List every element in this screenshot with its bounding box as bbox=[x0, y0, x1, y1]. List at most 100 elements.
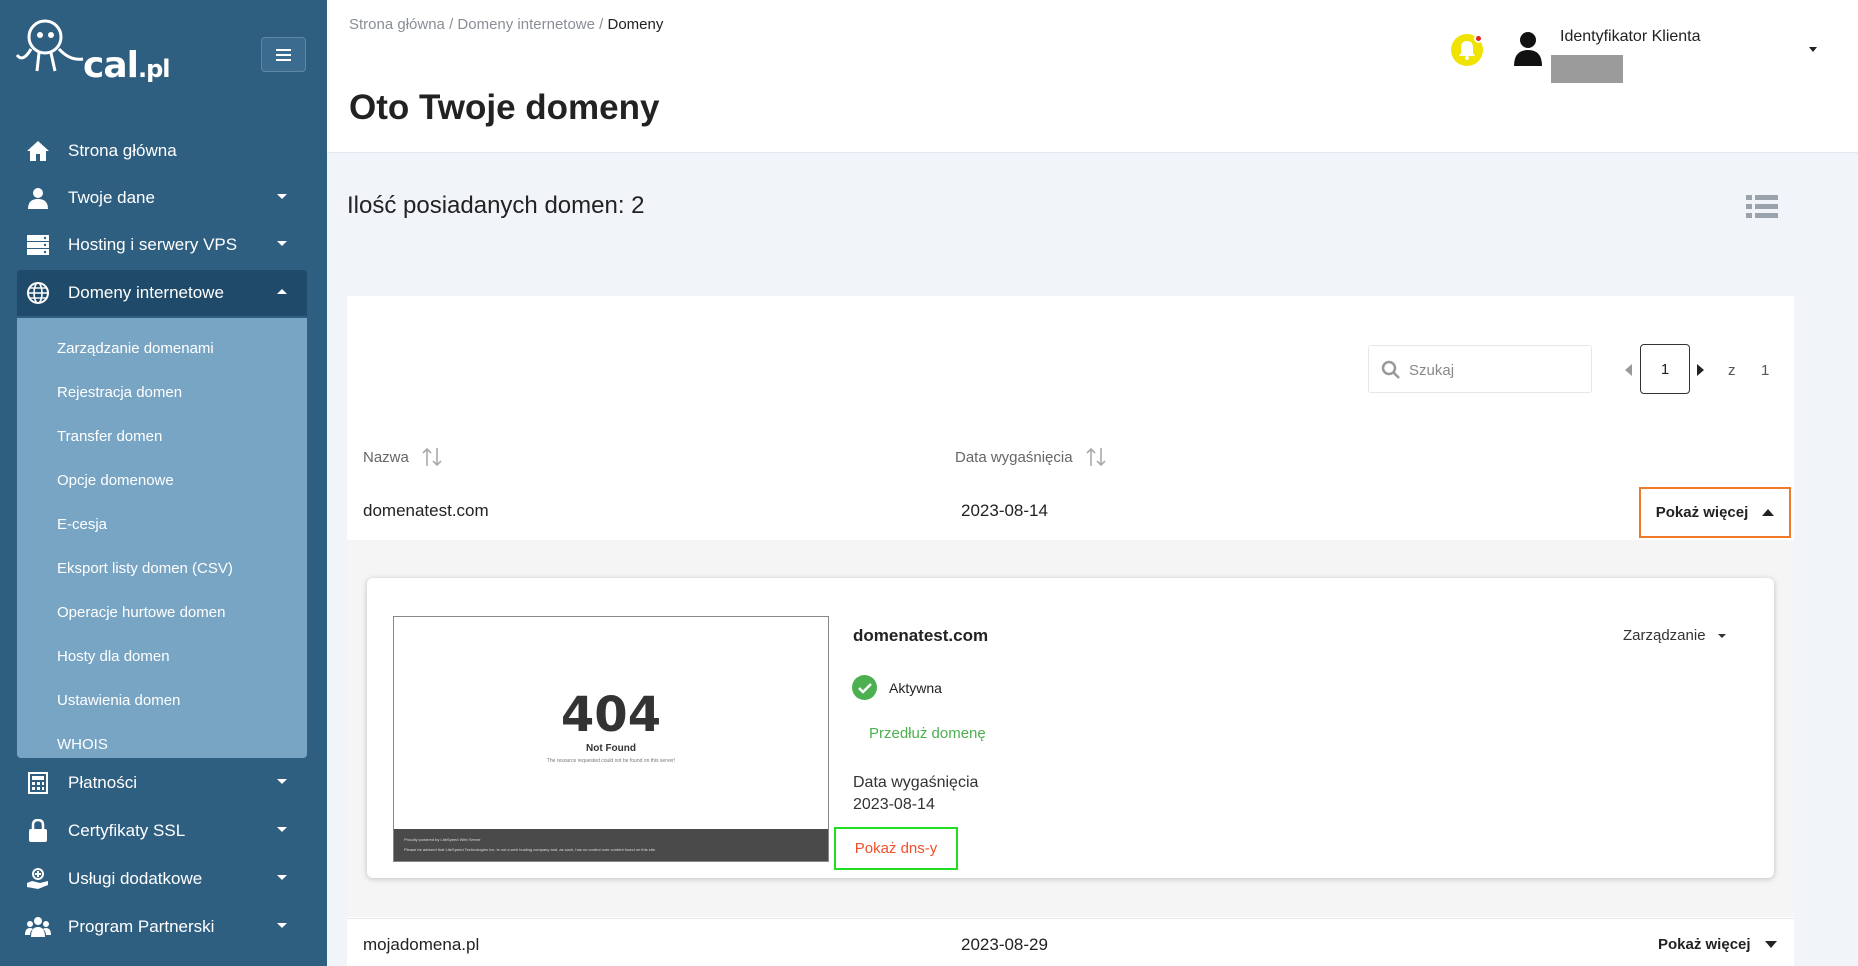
search-input[interactable] bbox=[1409, 358, 1579, 382]
domains-submenu: Zarządzanie domenami Rejestracja domen T… bbox=[17, 318, 307, 758]
domain-name: domenatest.com bbox=[363, 501, 489, 520]
submenu-item[interactable]: Eksport listy domen (CSV) bbox=[57, 560, 233, 577]
hand-plus-icon bbox=[25, 867, 51, 891]
manage-dropdown-label: Zarządzanie bbox=[1623, 627, 1706, 644]
submenu-item[interactable]: Rejestracja domen bbox=[57, 384, 182, 401]
chevron-down-icon bbox=[277, 875, 287, 880]
expiry-label: Data wygaśnięcia bbox=[853, 774, 979, 791]
chevron-up-icon bbox=[277, 289, 287, 294]
sidebar: cal.pl Strona główna Twoje dane Hosting … bbox=[0, 0, 327, 966]
sidebar-item-payments[interactable]: Płatności bbox=[17, 760, 307, 806]
manage-dropdown[interactable]: Zarządzanie bbox=[1623, 627, 1726, 644]
show-more-button[interactable]: Pokaż więcej bbox=[1658, 936, 1777, 953]
chevron-down-icon bbox=[277, 779, 287, 784]
search-icon bbox=[1381, 360, 1400, 379]
pagination-of-label: z bbox=[1728, 362, 1736, 379]
caret-up-icon bbox=[1762, 509, 1775, 516]
logo[interactable]: cal.pl bbox=[15, 15, 175, 90]
pagination-next-icon[interactable] bbox=[1697, 364, 1704, 376]
sort-icon bbox=[422, 447, 442, 467]
submenu-item[interactable]: Opcje domenowe bbox=[57, 472, 174, 489]
sidebar-item-partner-program[interactable]: Program Partnerski bbox=[17, 904, 307, 950]
search-box[interactable] bbox=[1368, 345, 1592, 393]
bell-icon bbox=[1459, 41, 1475, 60]
hamburger-icon bbox=[276, 53, 291, 56]
thumbnail-error-title: Not Found bbox=[586, 743, 636, 754]
notification-dot bbox=[1474, 34, 1483, 43]
sidebar-item-label: Twoje dane bbox=[68, 188, 155, 207]
calculator-icon bbox=[25, 771, 51, 795]
show-more-label: Pokaż więcej bbox=[1655, 504, 1749, 521]
submenu-item[interactable]: Zarządzanie domenami bbox=[57, 340, 214, 357]
breadcrumb-domains[interactable]: Domeny internetowe / bbox=[457, 16, 603, 33]
sidebar-item-label: Program Partnerski bbox=[68, 917, 215, 936]
expiry-value: 2023-08-14 bbox=[853, 796, 935, 813]
chevron-down-icon bbox=[277, 923, 287, 928]
column-header-expiry[interactable]: Data wygaśnięcia bbox=[955, 446, 1107, 468]
sidebar-item-hosting[interactable]: Hosting i serwery VPS bbox=[17, 222, 307, 268]
page-title: Oto Twoje domeny bbox=[349, 88, 660, 127]
submenu-item[interactable]: Operacje hurtowe domen bbox=[57, 604, 225, 621]
sidebar-item-ssl[interactable]: Certyfikaty SSL bbox=[17, 808, 307, 854]
domain-expiry-date: 2023-08-14 bbox=[961, 501, 1048, 520]
thumbnail-footer-line: Proudly powered by LiteSpeed Web Server bbox=[404, 837, 481, 842]
renew-domain-link[interactable]: Przedłuż domenę bbox=[869, 725, 986, 742]
user-avatar-icon[interactable] bbox=[1512, 30, 1544, 66]
sidebar-item-label: Hosting i serwery VPS bbox=[68, 235, 238, 254]
table-row: mojadomena.pl 2023-08-29 bbox=[347, 918, 1794, 966]
group-icon bbox=[25, 915, 51, 939]
sidebar-item-home[interactable]: Strona główna bbox=[17, 128, 307, 174]
page-header: Strona główna / Domeny internetowe / Dom… bbox=[327, 0, 1858, 153]
domain-count: Ilość posiadanych domen: 2 bbox=[347, 192, 645, 219]
column-header-name[interactable]: Nazwa bbox=[363, 446, 443, 468]
chevron-down-icon bbox=[277, 194, 287, 199]
column-header-label: Nazwa bbox=[363, 448, 409, 466]
card-domain-name: domenatest.com bbox=[853, 626, 989, 645]
thumbnail-footer: Proudly powered by LiteSpeed Web Server … bbox=[394, 829, 828, 861]
status-label: Aktywna bbox=[889, 679, 942, 696]
breadcrumb: Strona główna / Domeny internetowe / Dom… bbox=[349, 16, 663, 33]
list-view-icon[interactable] bbox=[1745, 192, 1779, 226]
sidebar-item-your-data[interactable]: Twoje dane bbox=[17, 175, 307, 221]
breadcrumb-home[interactable]: Strona główna / bbox=[349, 16, 453, 33]
domain-status: Aktywna bbox=[852, 675, 942, 700]
sidebar-item-label: Certyfikaty SSL bbox=[68, 821, 186, 840]
sort-icon bbox=[1085, 447, 1106, 467]
sidebar-item-label: Strona główna bbox=[68, 141, 177, 160]
sidebar-item-domains[interactable]: Domeny internetowe bbox=[17, 270, 307, 316]
home-icon bbox=[25, 139, 51, 163]
sidebar-item-label: Płatności bbox=[68, 773, 137, 792]
sidebar-item-label: Domeny internetowe bbox=[68, 283, 224, 302]
show-more-label: Pokaż więcej bbox=[1658, 936, 1751, 953]
domain-name: mojadomena.pl bbox=[363, 935, 480, 954]
show-more-button[interactable]: Pokaż więcej bbox=[1639, 487, 1791, 538]
client-id-value bbox=[1551, 55, 1623, 83]
pagination-current-page[interactable]: 1 bbox=[1640, 344, 1690, 394]
lock-icon bbox=[25, 819, 51, 843]
user-menu-chevron-down-icon[interactable] bbox=[1809, 47, 1817, 52]
submenu-item[interactable]: Hosty dla domen bbox=[57, 648, 170, 665]
thumbnail-error-message: The resource requested could not be foun… bbox=[546, 758, 676, 764]
sidebar-item-additional-services[interactable]: Usługi dodatkowe bbox=[17, 856, 307, 902]
server-icon bbox=[25, 233, 51, 257]
submenu-item[interactable]: E-cesja bbox=[57, 516, 107, 533]
submenu-item[interactable]: Transfer domen bbox=[57, 428, 162, 445]
chevron-down-icon bbox=[277, 241, 287, 246]
check-circle-icon bbox=[852, 675, 877, 700]
caret-down-icon bbox=[1764, 941, 1777, 948]
thumbnail-footer-line: Please be advised that LiteSpeed Technol… bbox=[404, 847, 657, 852]
sidebar-item-label: Usługi dodatkowe bbox=[68, 869, 203, 888]
domain-expiry-date: 2023-08-29 bbox=[961, 935, 1048, 954]
show-dns-button[interactable]: Pokaż dns-y bbox=[834, 827, 958, 870]
notification-bell-button[interactable] bbox=[1451, 34, 1483, 66]
breadcrumb-current: Domeny bbox=[607, 16, 664, 33]
globe-icon bbox=[25, 281, 51, 305]
submenu-item[interactable]: Ustawienia domen bbox=[57, 692, 180, 709]
submenu-item[interactable]: WHOIS bbox=[57, 736, 108, 753]
pagination-prev-icon[interactable] bbox=[1625, 364, 1632, 376]
pagination-total-pages: 1 bbox=[1761, 362, 1770, 379]
column-header-label: Data wygaśnięcia bbox=[955, 448, 1073, 466]
thumbnail-error-code: 404 bbox=[560, 687, 662, 743]
menu-toggle-button[interactable] bbox=[261, 37, 306, 72]
logo-text: cal.pl bbox=[83, 45, 171, 86]
